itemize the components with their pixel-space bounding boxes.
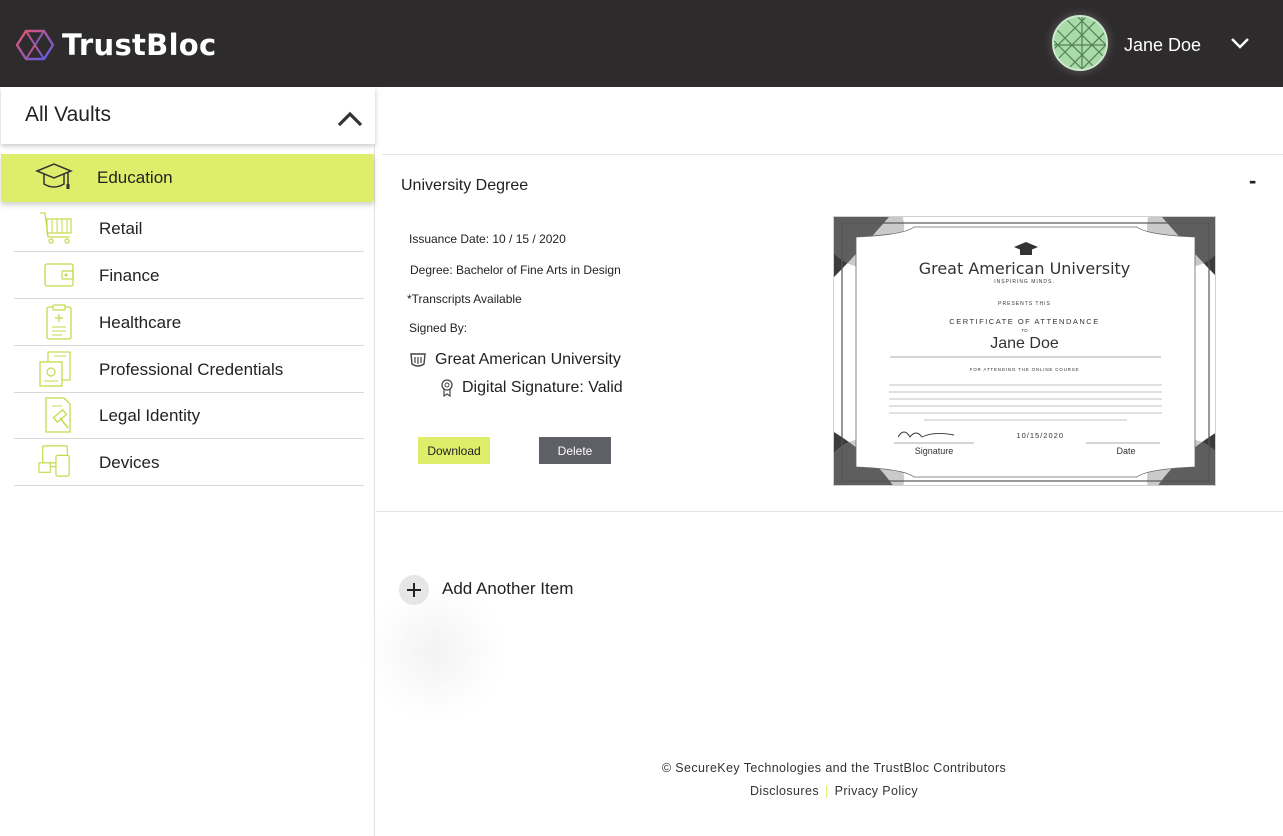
delete-button[interactable]: Delete bbox=[539, 437, 611, 464]
plus-icon bbox=[407, 583, 421, 597]
signed-by-label: Signed By: bbox=[409, 321, 468, 335]
certificate-preview[interactable]: Great American University INSPIRING MIND… bbox=[833, 216, 1216, 486]
chevron-down-icon[interactable] bbox=[1230, 36, 1250, 50]
issuance-date: Issuance Date: 10 / 15 / 2020 bbox=[409, 232, 566, 246]
trustbloc-logo-icon bbox=[16, 29, 54, 61]
certificate-type: CERTIFICATE OF ATTENDANCE bbox=[949, 317, 1100, 326]
certificate-date-label: Date bbox=[1116, 446, 1136, 456]
user-name[interactable]: Jane Doe bbox=[1124, 35, 1201, 56]
award-ribbon-icon bbox=[441, 379, 453, 397]
collapse-button[interactable]: - bbox=[1249, 168, 1256, 194]
sidebar-item-retail[interactable]: Retail bbox=[14, 205, 364, 252]
sidebar-item-finance[interactable]: Finance bbox=[14, 252, 364, 299]
graduation-cap-icon bbox=[35, 163, 73, 189]
signature-status-row: Digital Signature: Valid bbox=[440, 379, 623, 397]
sidebar: All Vaults Education Retail Finance Heal… bbox=[0, 87, 375, 836]
sidebar-item-label: Healthcare bbox=[99, 313, 182, 332]
transcripts-note: *Transcripts Available bbox=[407, 292, 522, 306]
id-badge-icon bbox=[39, 351, 71, 387]
sidebar-item-label: Finance bbox=[99, 266, 160, 285]
gavel-document-icon bbox=[45, 397, 71, 433]
section-divider bbox=[382, 154, 1283, 155]
vault-selector-label: All Vaults bbox=[25, 103, 111, 126]
avatar-pattern-icon bbox=[1054, 17, 1106, 69]
add-button-ripple bbox=[365, 582, 505, 722]
certificate-motto: INSPIRING MINDS. bbox=[994, 279, 1055, 285]
sidebar-item-label: Devices bbox=[99, 453, 160, 472]
signer-name: Great American University bbox=[435, 351, 621, 368]
shopping-cart-icon bbox=[40, 212, 72, 244]
sidebar-item-devices[interactable]: Devices bbox=[14, 439, 364, 486]
sidebar-item-healthcare[interactable]: Healthcare bbox=[14, 299, 364, 346]
chevron-up-icon[interactable] bbox=[337, 111, 363, 127]
clipboard-medical-icon bbox=[46, 304, 72, 340]
app-header: TrustBloc Jane Doe bbox=[0, 0, 1283, 87]
devices-icon bbox=[38, 445, 70, 477]
credential-title[interactable]: University Degree bbox=[401, 177, 528, 195]
certificate-date: 10/15/2020 bbox=[1016, 431, 1064, 440]
brand-name: TrustBloc bbox=[62, 28, 217, 62]
sidebar-item-legal-identity[interactable]: Legal Identity bbox=[14, 392, 364, 439]
sidebar-item-label: Retail bbox=[99, 219, 143, 238]
wallet-icon bbox=[44, 263, 74, 287]
trustbloc-logo[interactable]: TrustBloc bbox=[16, 28, 217, 62]
certificate-university: Great American University bbox=[918, 259, 1131, 278]
certificate-recipient: Jane Doe bbox=[990, 335, 1059, 352]
institution-shield-icon bbox=[410, 353, 426, 367]
sidebar-item-label: Professional Credentials bbox=[99, 360, 284, 379]
signer-row: Great American University bbox=[409, 351, 621, 369]
footer-separator: | bbox=[824, 784, 829, 798]
sidebar-item-label: Education bbox=[97, 168, 173, 187]
certificate-to: TO bbox=[1021, 328, 1028, 333]
section-divider bbox=[376, 511, 1283, 512]
degree-text: Degree: Bachelor of Fine Arts in Design bbox=[410, 263, 621, 277]
sidebar-item-label: Legal Identity bbox=[99, 406, 201, 425]
vault-selector[interactable]: All Vaults bbox=[1, 87, 375, 144]
avatar[interactable] bbox=[1052, 15, 1108, 71]
signature-status: Digital Signature: Valid bbox=[462, 379, 623, 396]
add-item-label[interactable]: Add Another Item bbox=[442, 579, 573, 599]
certificate-presents: PRESENTS THIS bbox=[998, 301, 1051, 307]
certificate-course-line: FOR ATTENDING THE ONLINE COURSE bbox=[969, 367, 1080, 372]
download-button[interactable]: Download bbox=[418, 437, 490, 464]
sidebar-item-education[interactable]: Education bbox=[1, 154, 374, 202]
footer-links: Disclosures | Privacy Policy bbox=[600, 784, 1068, 798]
footer-copyright: © SecureKey Technologies and the TrustBl… bbox=[661, 761, 1007, 775]
add-item-button[interactable] bbox=[399, 575, 429, 605]
certificate-signature-label: Signature bbox=[914, 446, 954, 456]
privacy-policy-link[interactable]: Privacy Policy bbox=[835, 784, 918, 798]
disclosures-link[interactable]: Disclosures bbox=[750, 784, 819, 798]
sidebar-item-professional-credentials[interactable]: Professional Credentials bbox=[14, 346, 364, 393]
